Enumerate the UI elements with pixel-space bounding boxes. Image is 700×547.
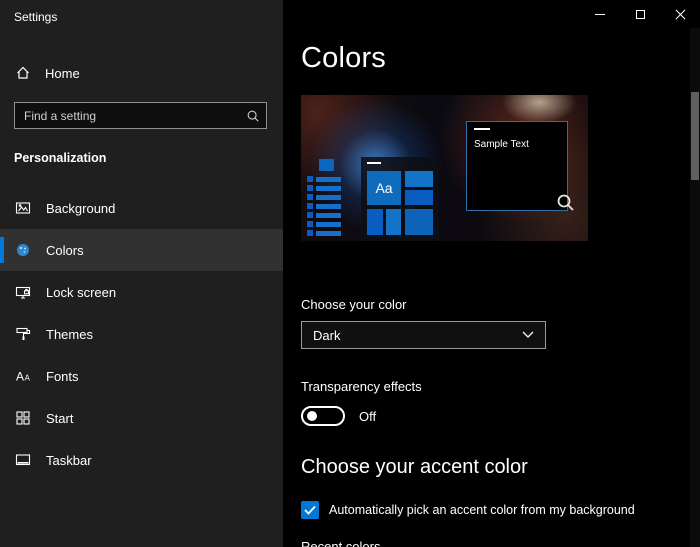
nav-label: Fonts	[46, 369, 79, 384]
maximize-icon	[636, 10, 645, 19]
search-input[interactable]	[15, 103, 240, 128]
choose-color-label: Choose your color	[301, 297, 700, 312]
app-title: Settings	[0, 0, 283, 24]
nav-label: Colors	[46, 243, 84, 258]
auto-accent-label: Automatically pick an accent color from …	[329, 503, 635, 517]
fonts-icon: AA	[15, 368, 31, 384]
sidebar-item-colors[interactable]: Colors	[0, 229, 283, 271]
svg-text:A: A	[25, 374, 31, 383]
search-box[interactable]	[14, 102, 267, 129]
search-icon[interactable]	[240, 103, 266, 128]
scrollbar[interactable]	[690, 28, 700, 547]
maximize-button[interactable]	[620, 0, 660, 28]
recent-colors-label: Recent colors	[301, 539, 700, 547]
nav-label: Lock screen	[46, 285, 116, 300]
dropdown-value: Dark	[313, 328, 340, 343]
themes-icon	[15, 326, 31, 342]
sidebar-item-lock-screen[interactable]: Lock screen	[0, 271, 283, 313]
sidebar-item-taskbar[interactable]: Taskbar	[0, 439, 283, 481]
taskbar-icon	[15, 452, 31, 468]
start-icon	[15, 410, 31, 426]
transparency-row: Off	[301, 406, 700, 426]
sidebar-nav: Background Colors Lock screen Themes	[0, 187, 283, 481]
magnifier-icon	[556, 193, 576, 218]
sidebar-item-themes[interactable]: Themes	[0, 313, 283, 355]
transparency-label: Transparency effects	[301, 379, 700, 394]
home-label: Home	[45, 66, 80, 81]
minimize-button[interactable]	[580, 0, 620, 28]
auto-accent-row: Automatically pick an accent color from …	[301, 501, 700, 519]
sidebar-section-title: Personalization	[0, 151, 283, 165]
nav-label: Taskbar	[46, 453, 92, 468]
preview-aa-tile: Aa	[367, 171, 401, 205]
svg-text:A: A	[16, 370, 24, 384]
home-icon	[15, 65, 31, 81]
settings-window: Settings Home Personalization Background	[0, 0, 700, 547]
nav-label: Themes	[46, 327, 93, 342]
toggle-state-label: Off	[359, 409, 376, 424]
checkmark-icon	[304, 505, 316, 515]
colors-icon	[15, 242, 31, 258]
preview-sample-text: Sample Text	[474, 139, 529, 150]
lock-screen-icon	[15, 284, 31, 300]
window-controls	[580, 0, 700, 28]
transparency-toggle[interactable]	[301, 406, 345, 426]
nav-label: Background	[46, 201, 115, 216]
sidebar-item-home[interactable]: Home	[0, 54, 283, 92]
background-icon	[15, 200, 31, 216]
minimize-icon	[595, 14, 605, 15]
preview-start-menu	[307, 159, 355, 239]
toggle-knob	[307, 411, 317, 421]
scrollbar-thumb[interactable]	[691, 92, 699, 180]
color-mode-dropdown[interactable]: Dark	[301, 321, 546, 349]
preview-tiles-window: Aa	[361, 157, 439, 241]
page-title: Colors	[301, 42, 700, 75]
nav-label: Start	[46, 411, 73, 426]
theme-preview: Aa Sample Text	[301, 95, 588, 241]
preview-sample-window: Sample Text	[466, 121, 568, 211]
close-button[interactable]	[660, 0, 700, 28]
sidebar-item-fonts[interactable]: AA Fonts	[0, 355, 283, 397]
sidebar-item-background[interactable]: Background	[0, 187, 283, 229]
chevron-down-icon	[522, 331, 534, 339]
auto-accent-checkbox[interactable]	[301, 501, 319, 519]
main-content: Colors Aa	[283, 0, 700, 547]
sidebar-item-start[interactable]: Start	[0, 397, 283, 439]
accent-section-title: Choose your accent color	[301, 456, 700, 479]
close-icon	[675, 9, 686, 20]
sidebar: Settings Home Personalization Background	[0, 0, 283, 547]
